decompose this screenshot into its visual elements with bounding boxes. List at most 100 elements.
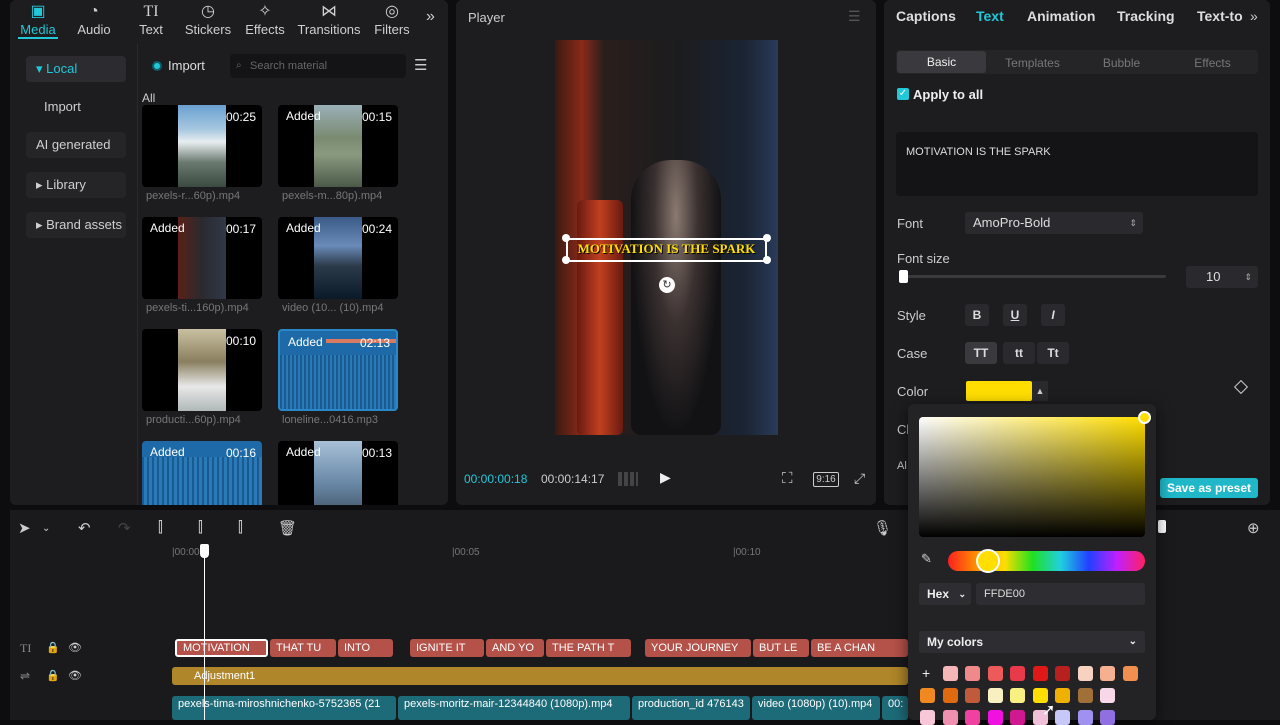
zoom-fit-icon[interactable]: ⊕ bbox=[1247, 519, 1260, 537]
player-menu-icon[interactable]: ☰ bbox=[848, 8, 861, 25]
font-size-slider-track[interactable] bbox=[900, 275, 1166, 278]
tab-text[interactable]: TI Text bbox=[123, 0, 179, 40]
text-clip[interactable]: BUT LE bbox=[753, 639, 809, 657]
color-swatch[interactable] bbox=[987, 666, 1003, 681]
color-swatch[interactable] bbox=[1100, 666, 1115, 681]
tab-transitions[interactable]: ⋈ Transitions bbox=[294, 0, 364, 40]
media-item-audio[interactable]: Added 02:13 bbox=[278, 329, 398, 411]
resize-handle[interactable] bbox=[562, 234, 570, 242]
color-swatch[interactable] bbox=[942, 666, 958, 681]
color-swatch[interactable] bbox=[965, 688, 980, 703]
save-preset-button[interactable]: Save as preset bbox=[1160, 478, 1258, 498]
media-item[interactable]: Added 00:15 bbox=[278, 105, 398, 187]
subtab-templates[interactable]: Templates bbox=[988, 52, 1077, 74]
sidebar-item-library[interactable]: ▸ Library bbox=[26, 172, 126, 198]
resize-handle[interactable] bbox=[562, 256, 570, 264]
color-swatch[interactable] bbox=[920, 688, 935, 703]
video-clip[interactable]: production_id 476143 bbox=[632, 696, 750, 720]
subtab-effects[interactable]: Effects bbox=[1168, 52, 1257, 74]
text-clip[interactable]: MOTIVATION bbox=[175, 639, 268, 657]
subtab-basic[interactable]: Basic bbox=[897, 51, 986, 73]
split-icon[interactable]: ⫿ bbox=[158, 519, 163, 536]
color-swatch[interactable] bbox=[1032, 666, 1048, 681]
import-button[interactable]: Import bbox=[144, 54, 220, 78]
delete-icon[interactable]: 🗑 bbox=[278, 519, 297, 537]
tab-text-inspector[interactable]: Text bbox=[976, 8, 1004, 24]
color-swatch[interactable] bbox=[920, 710, 935, 725]
underline-button[interactable]: U bbox=[1003, 304, 1027, 326]
sidebar-item-ai-generated[interactable]: AI generated bbox=[26, 132, 126, 158]
text-content-field[interactable]: MOTIVATION IS THE SPARK bbox=[896, 132, 1258, 196]
text-clip[interactable]: THAT TU bbox=[270, 639, 336, 657]
list-view-icon[interactable]: ☰ bbox=[414, 56, 427, 74]
color-swatch-button[interactable] bbox=[966, 381, 1032, 401]
uppercase-button[interactable]: TT bbox=[965, 342, 997, 364]
text-clip[interactable]: INTO bbox=[338, 639, 393, 657]
eye-icon[interactable]: 👁 bbox=[68, 669, 82, 682]
text-clip[interactable]: THE PATH T bbox=[546, 639, 631, 657]
media-item[interactable]: Added 00:24 bbox=[278, 217, 398, 299]
color-swatch[interactable] bbox=[1122, 666, 1138, 681]
fit-icon[interactable]: ⛶ bbox=[782, 470, 793, 487]
titlecase-button[interactable]: Tt bbox=[1037, 342, 1069, 364]
tab-tracking[interactable]: Tracking bbox=[1117, 8, 1175, 24]
color-swatch[interactable] bbox=[1100, 710, 1115, 725]
playhead-handle[interactable] bbox=[200, 544, 209, 558]
tab-filters[interactable]: ◎ Filters bbox=[364, 0, 420, 40]
font-size-input[interactable]: 10 ⇕ bbox=[1186, 266, 1258, 288]
bold-button[interactable]: B bbox=[965, 304, 989, 326]
undo-icon[interactable]: ↶ bbox=[78, 519, 91, 537]
microphone-icon[interactable]: 🎙 bbox=[873, 519, 892, 537]
tab-animation[interactable]: Animation bbox=[1027, 8, 1095, 24]
tab-effects[interactable]: ✧ Effects bbox=[237, 0, 293, 40]
select-tool-icon[interactable]: ➤ bbox=[18, 519, 31, 537]
tab-media[interactable]: ▣ Media bbox=[10, 0, 66, 40]
color-swatch[interactable] bbox=[1077, 688, 1093, 703]
sidebar-item-import[interactable]: Import bbox=[26, 94, 126, 120]
media-item[interactable]: Added 00:13 bbox=[278, 441, 398, 505]
text-clip[interactable]: IGNITE IT bbox=[410, 639, 484, 657]
color-swatch[interactable] bbox=[1055, 710, 1070, 725]
color-swatch[interactable] bbox=[1010, 666, 1025, 681]
rotate-icon[interactable]: ↻ bbox=[659, 277, 675, 293]
tab-text-to-speech[interactable]: Text-to bbox=[1197, 8, 1243, 24]
video-clip[interactable]: pexels-tima-miroshnichenko-5752365 (21 bbox=[172, 696, 396, 720]
color-swatch[interactable] bbox=[1077, 666, 1093, 681]
video-clip[interactable]: video (1080p) (10).mp4 bbox=[752, 696, 880, 720]
lock-icon[interactable]: 🔒 bbox=[46, 641, 60, 654]
video-clip[interactable]: pexels-moritz-mair-12344840 (1080p).mp4 bbox=[398, 696, 630, 720]
tab-stickers[interactable]: ◷ Stickers bbox=[180, 0, 236, 40]
media-item[interactable]: Added 00:17 bbox=[142, 217, 262, 299]
italic-button[interactable]: I bbox=[1041, 304, 1065, 326]
resize-handle[interactable] bbox=[763, 234, 771, 242]
resize-handle[interactable] bbox=[763, 256, 771, 264]
video-clip[interactable]: 00: bbox=[882, 696, 908, 720]
search-input[interactable]: ⌕ Search material bbox=[230, 54, 406, 78]
aspect-ratio-button[interactable]: 9:16 bbox=[813, 472, 839, 487]
color-swatch[interactable] bbox=[1010, 688, 1025, 703]
select-dropdown-icon[interactable]: ⌄ bbox=[42, 523, 50, 534]
play-icon[interactable]: ▶ bbox=[660, 469, 671, 486]
subtab-bubble[interactable]: Bubble bbox=[1077, 52, 1166, 74]
sidebar-item-local[interactable]: ▾ Local bbox=[26, 56, 126, 82]
color-swatch[interactable] bbox=[942, 710, 958, 725]
lowercase-button[interactable]: tt bbox=[1003, 342, 1035, 364]
color-swatch[interactable] bbox=[987, 710, 1003, 725]
color-swatch[interactable] bbox=[965, 666, 980, 681]
color-dropdown-chevron[interactable]: ▲ bbox=[1032, 381, 1048, 401]
tab-audio[interactable]: ◔ Audio bbox=[66, 0, 122, 40]
apply-all-checkbox[interactable]: ✓ bbox=[897, 88, 909, 100]
text-clip[interactable]: YOUR JOURNEY bbox=[645, 639, 751, 657]
color-swatch[interactable] bbox=[1010, 710, 1025, 725]
split-right-icon[interactable]: ⫿ bbox=[238, 519, 243, 536]
color-swatch[interactable] bbox=[942, 688, 958, 703]
zoom-slider-handle[interactable] bbox=[1158, 520, 1166, 533]
color-swatch[interactable] bbox=[1100, 688, 1115, 703]
color-swatch[interactable] bbox=[1055, 688, 1070, 703]
more-tabs-icon[interactable]: » bbox=[426, 8, 435, 26]
color-swatch[interactable] bbox=[987, 688, 1003, 703]
font-size-slider-handle[interactable] bbox=[899, 270, 908, 283]
adjustment-clip[interactable]: Adjustment1 bbox=[172, 667, 908, 685]
media-item-audio[interactable]: Added 00:16 bbox=[142, 441, 262, 505]
sidebar-item-brand-assets[interactable]: ▸ Brand assets bbox=[26, 212, 126, 238]
